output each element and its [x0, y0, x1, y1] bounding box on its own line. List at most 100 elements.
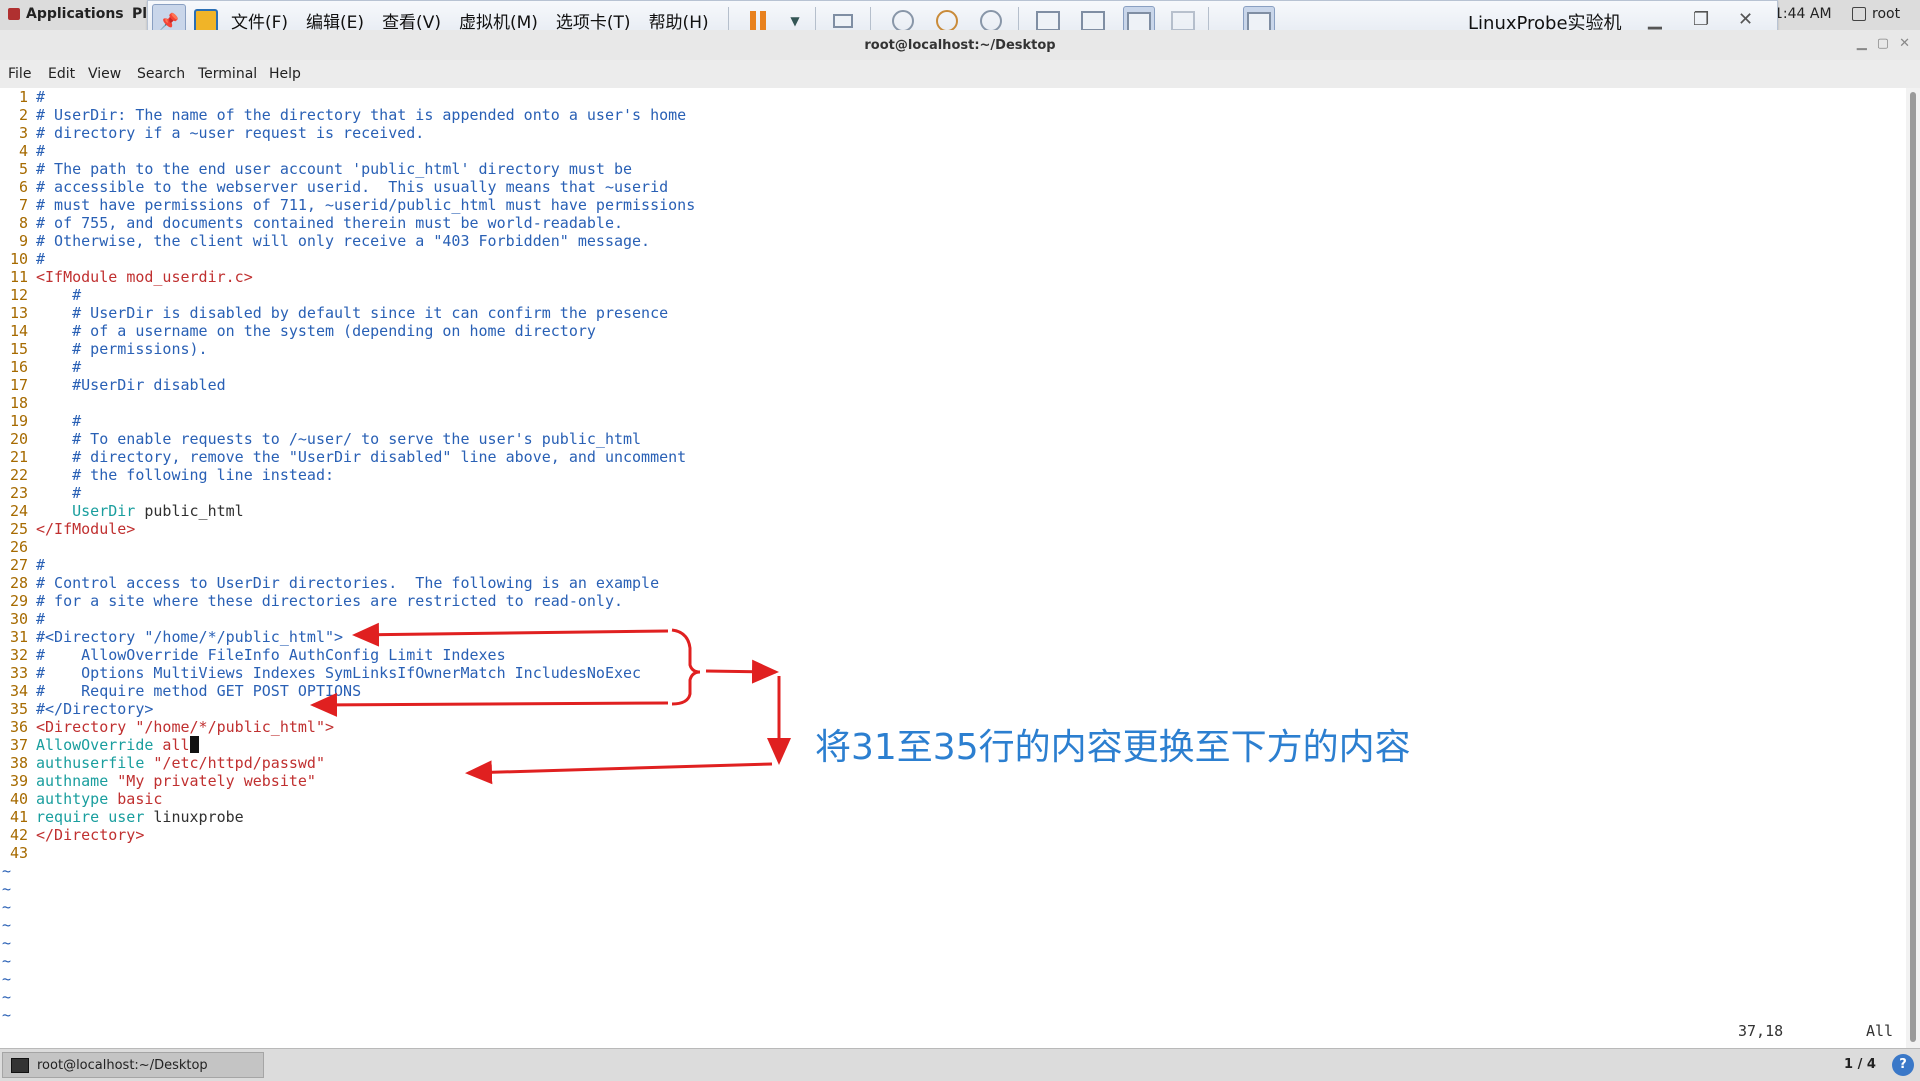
- places-menu[interactable]: Pl: [132, 6, 147, 22]
- code-token: public_html: [135, 502, 244, 520]
- line-number: 38: [9, 754, 28, 772]
- terminal-icon: [11, 1057, 29, 1073]
- editor-line: 9 # Otherwise, the client will only recei…: [0, 232, 650, 250]
- terminal-menubar: File Edit View Search Terminal Help: [0, 60, 1920, 89]
- close-icon[interactable]: ✕: [1738, 9, 1753, 30]
- applications-icon: [8, 8, 20, 20]
- code-token: #: [36, 610, 46, 628]
- restore-icon[interactable]: ❐: [1693, 9, 1709, 30]
- code-token: # directory if a ~user request is receiv…: [36, 124, 425, 142]
- editor-line: 36 <Directory "/home/*/public_html">: [0, 718, 334, 736]
- line-number: 6: [18, 178, 28, 196]
- line-number: 39: [9, 772, 28, 790]
- line-number: 8: [18, 214, 28, 232]
- line-number: 5: [18, 160, 28, 178]
- code-token: # the following line instead:: [36, 466, 335, 484]
- editor-line: 20 # To enable requests to /~user/ to se…: [0, 430, 641, 448]
- empty-line-tilde: ~: [2, 970, 12, 988]
- editor-line: 8 # of 755, and documents contained there…: [0, 214, 623, 232]
- editor-line: 30 #: [0, 610, 45, 628]
- empty-line-tilde: ~: [2, 880, 12, 898]
- code-token: #: [36, 412, 82, 430]
- bottom-taskbar: root@localhost:~/Desktop 1 / 4 ?: [0, 1048, 1920, 1081]
- line-number: 33: [9, 664, 28, 682]
- line-number: 20: [9, 430, 28, 448]
- code-token: require user: [36, 808, 145, 826]
- line-number: 41: [9, 808, 28, 826]
- taskbar-terminal-item[interactable]: root@localhost:~/Desktop: [2, 1052, 264, 1078]
- editor-line: 41 require user linuxprobe: [0, 808, 244, 826]
- line-number: 19: [9, 412, 28, 430]
- editor-line: 3 # directory if a ~user request is recei…: [0, 124, 424, 142]
- code-token: <Directory "/home/*/public_html">: [36, 718, 335, 736]
- line-number: 7: [18, 196, 28, 214]
- clock[interactable]: 1:44 AM: [1774, 6, 1832, 22]
- line-number: 1: [18, 88, 28, 106]
- minimize-icon[interactable]: ▁: [1648, 9, 1662, 30]
- line-number: 25: [9, 520, 28, 538]
- editor-line: 18: [0, 394, 36, 412]
- editor-line: 19 #: [0, 412, 81, 430]
- code-token: mod_userdir.c: [126, 268, 244, 286]
- line-number: 14: [9, 322, 28, 340]
- menu-search[interactable]: Search: [137, 66, 185, 82]
- code-token: # directory, remove the "UserDir disable…: [36, 448, 687, 466]
- menu-view[interactable]: View: [88, 66, 121, 82]
- editor-line: 16 #: [0, 358, 81, 376]
- line-number: 37: [9, 736, 28, 754]
- line-number: 18: [9, 394, 28, 412]
- menu-file[interactable]: File: [8, 66, 31, 82]
- code-token: #</Directory>: [36, 700, 154, 718]
- applications-menu[interactable]: Applications: [8, 6, 124, 22]
- line-number: 11: [9, 268, 28, 286]
- code-token: # UserDir is disabled by default since i…: [36, 304, 669, 322]
- code-token: # UserDir: The name of the directory tha…: [36, 106, 687, 124]
- window-close-icon[interactable]: ✕: [1899, 36, 1910, 51]
- empty-line-tilde: ~: [2, 916, 12, 934]
- taskbar-terminal-label: root@localhost:~/Desktop: [37, 1057, 208, 1073]
- user-icon: [1852, 7, 1866, 21]
- user-name: root: [1872, 6, 1901, 22]
- annotation-text: 将31至35行的内容更换至下方的内容: [815, 727, 1411, 768]
- editor-line: 5 # The path to the end user account 'pub…: [0, 160, 632, 178]
- code-token: # To enable requests to /~user/ to serve…: [36, 430, 642, 448]
- line-number: 36: [9, 718, 28, 736]
- line-number: 40: [9, 790, 28, 808]
- line-number: 26: [9, 538, 28, 556]
- line-number: 2: [18, 106, 28, 124]
- code-token: # of a username on the system (depending…: [36, 322, 596, 340]
- terminal-editor[interactable]: 1 #2 # UserDir: The name of the directory …: [0, 88, 1906, 1048]
- editor-line: 14 # of a username on the system (depend…: [0, 322, 596, 340]
- code-token: # The path to the end user account 'publ…: [36, 160, 633, 178]
- workspace-indicator[interactable]: 1 / 4: [1844, 1057, 1876, 1072]
- scrollbar[interactable]: [1906, 88, 1920, 1048]
- editor-line: 24 UserDir public_html: [0, 502, 244, 520]
- menu-help[interactable]: Help: [269, 66, 301, 82]
- scrollbar-thumb[interactable]: [1910, 92, 1916, 1042]
- code-token: basic: [108, 790, 163, 808]
- code-token: "My privately website": [108, 772, 316, 790]
- window-maximize-icon[interactable]: ▢: [1877, 36, 1889, 51]
- applications-label: Applications: [26, 6, 124, 22]
- menu-terminal[interactable]: Terminal: [198, 66, 257, 82]
- window-minimize-icon[interactable]: ▁: [1857, 36, 1867, 51]
- code-token: linuxprobe: [144, 808, 244, 826]
- menu-edit[interactable]: Edit: [48, 66, 75, 82]
- user-menu[interactable]: root: [1852, 6, 1900, 22]
- empty-line-tilde: ~: [2, 934, 12, 952]
- code-token: #: [36, 142, 46, 160]
- code-token: authtype: [36, 790, 109, 808]
- line-number: 29: [9, 592, 28, 610]
- code-token: </IfModule>: [36, 520, 136, 538]
- editor-line: 32 # AllowOverride FileInfo AuthConfig Li…: [0, 646, 506, 664]
- code-token: # Require method GET POST OPTIONS: [36, 682, 362, 700]
- code-token: # must have permissions of 711, ~userid/…: [36, 196, 696, 214]
- help-icon[interactable]: ?: [1892, 1054, 1914, 1076]
- code-token: # accessible to the webserver userid. Th…: [36, 178, 669, 196]
- editor-line: 10 #: [0, 250, 45, 268]
- editor-line: 43: [0, 844, 36, 862]
- editor-line: 2 # UserDir: The name of the directory th…: [0, 106, 686, 124]
- code-token: # permissions).: [36, 340, 208, 358]
- editor-line: 27 #: [0, 556, 45, 574]
- editor-line: 12 #: [0, 286, 81, 304]
